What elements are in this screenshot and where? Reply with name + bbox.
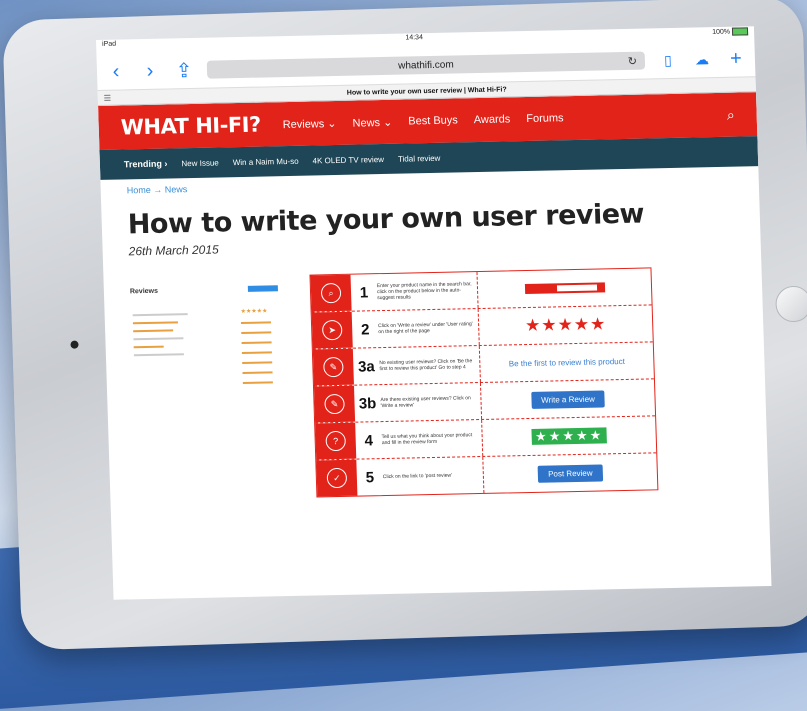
home-button[interactable] (775, 285, 807, 323)
url-text: whathifi.com (397, 59, 454, 72)
mini-bar (132, 321, 178, 325)
step-text: Enter your product name in the search ba… (376, 281, 472, 302)
mini-bar (240, 321, 271, 325)
step-number: 1 (359, 283, 369, 302)
step-visual: ★★★★★ (477, 305, 653, 346)
nav-best-buys[interactable]: Best Buys (408, 114, 458, 127)
step-row: ✓ 5 Click on the link to 'post review' P… (316, 453, 658, 497)
search-icon: ⌕ (320, 282, 342, 304)
pencil-icon: ✎ (324, 393, 345, 415)
mini-reviews-screenshot: Reviews ★★★★★ (130, 285, 294, 408)
rating-stars: ★★★★★ (524, 314, 607, 336)
pointer-icon: ➤ (321, 319, 343, 341)
step-number: 3a (357, 357, 375, 376)
share-icon[interactable]: ⇪ (173, 57, 196, 82)
mini-bar (242, 361, 273, 364)
first-review-link: Be the first to review this product (508, 356, 626, 368)
step-visual: Be the first to review this product (478, 342, 654, 383)
trending-link[interactable]: Win a Naim Mu-so (233, 156, 299, 166)
step-text: Click on the link to 'post review' (382, 472, 453, 481)
address-bar[interactable]: whathifi.com ↻ (206, 51, 646, 79)
mini-bar (241, 331, 272, 335)
mini-bar (132, 313, 188, 317)
trending-link[interactable]: 4K OLED TV review (312, 154, 384, 164)
step-number: 3b (358, 394, 377, 413)
mini-bar (242, 381, 273, 384)
nav-awards[interactable]: Awards (474, 113, 511, 126)
step-visual: Post Review (482, 453, 658, 493)
question-icon: ? (325, 430, 347, 452)
step-text: Are there existing user reviews? Click o… (380, 395, 471, 410)
back-icon[interactable]: ‹ (105, 60, 128, 83)
reader-icon[interactable]: ☰ (104, 93, 111, 102)
trending-label: Trending › (123, 158, 168, 170)
step-number: 5 (365, 468, 375, 486)
ipad-device: iPad 14:34 100% ‹ › ⇪ whathifi.com ↻ ▯ ☁… (0, 0, 807, 651)
check-icon: ✓ (326, 467, 348, 489)
green-rating-stars: ★★★★★ (531, 427, 607, 445)
step-number: 4 (364, 431, 374, 449)
pencil-icon: ✎ (323, 356, 344, 378)
battery-icon (731, 27, 749, 36)
mini-search-bar (524, 282, 605, 295)
cloud-tabs-icon[interactable]: ☁ (691, 51, 714, 68)
bookmarks-icon[interactable]: ▯ (657, 51, 680, 68)
battery-indicator: 100% (712, 27, 749, 40)
mini-bar (241, 341, 272, 345)
post-review-button: Post Review (537, 463, 603, 483)
nav-forums[interactable]: Forums (526, 112, 564, 125)
step-text: Tell us what you think about your produc… (381, 432, 473, 447)
forward-icon[interactable]: › (139, 59, 162, 82)
reload-icon[interactable]: ↻ (627, 54, 638, 67)
trending-link[interactable]: Tidal review (398, 153, 441, 163)
mini-stars: ★★★★★ (240, 308, 268, 316)
nav-news[interactable]: News ⌄ (352, 115, 392, 129)
ipad-screen: iPad 14:34 100% ‹ › ⇪ whathifi.com ↻ ▯ ☁… (96, 26, 772, 600)
tab-title[interactable]: How to write your own user review | What… (347, 86, 507, 96)
new-tab-icon[interactable]: + (725, 47, 748, 70)
mini-bar (242, 371, 273, 374)
mini-bar (133, 353, 184, 357)
step-visual: Write a Review (479, 379, 656, 419)
camera-dot (70, 340, 79, 349)
mini-bar (133, 337, 184, 341)
nav-reviews[interactable]: Reviews ⌄ (282, 116, 337, 130)
search-icon[interactable]: ⌕ (727, 106, 735, 123)
trending-link[interactable]: New Issue (181, 158, 219, 168)
site-logo[interactable]: WHAT HI-FI? (120, 113, 261, 140)
step-text: No existing user reviews? Click on 'Be t… (379, 358, 473, 373)
mini-bar (133, 329, 174, 333)
step-text: Click on 'Write a review' under 'User ra… (378, 321, 473, 336)
mini-bar (241, 351, 272, 354)
write-review-button: Write a Review (530, 389, 606, 409)
step-number: 2 (360, 320, 370, 338)
article-figure: Reviews ★★★★★ ⌕ 1 Enter your product nam… (130, 266, 743, 519)
article: Home → News How to write your own user r… (100, 166, 769, 523)
mini-bar (133, 345, 164, 349)
clock: 14:34 (405, 34, 424, 42)
steps-table: ⌕ 1 Enter your product name in the searc… (309, 267, 659, 498)
step-visual (476, 268, 652, 309)
mini-button (247, 285, 278, 292)
device-label: iPad (102, 40, 117, 48)
step-visual: ★★★★★ (481, 416, 657, 456)
